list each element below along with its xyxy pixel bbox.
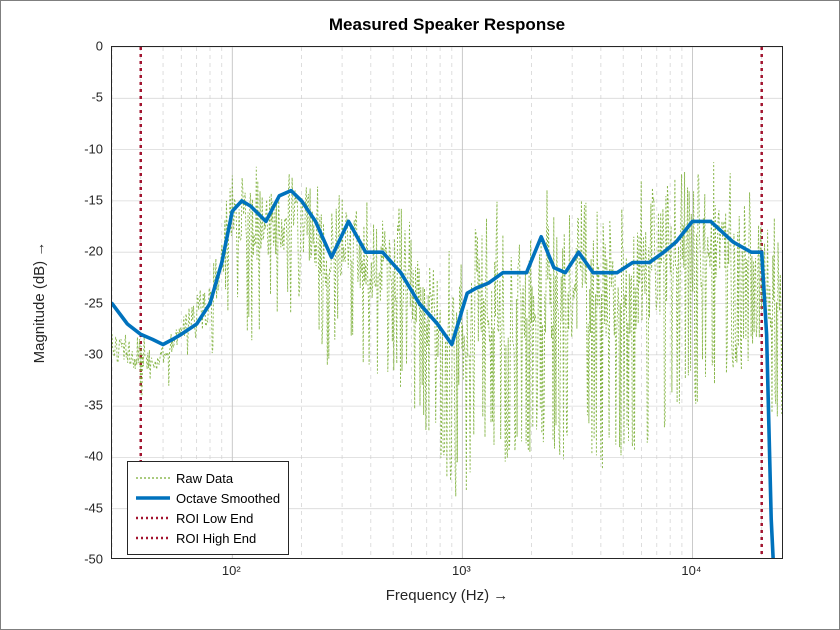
legend-entry-smoothed: Octave Smoothed — [136, 488, 280, 508]
y-tick: -35 — [3, 398, 103, 413]
y-tick: -10 — [3, 141, 103, 156]
y-tick: -50 — [3, 552, 103, 567]
legend[interactable]: Raw Data Octave Smoothed ROI Low End ROI… — [127, 461, 289, 555]
y-tick: -40 — [3, 449, 103, 464]
legend-label: Octave Smoothed — [176, 491, 280, 506]
legend-label: ROI High End — [176, 531, 256, 546]
x-tick: 10⁴ — [681, 563, 701, 578]
legend-swatch-roi-high — [136, 530, 170, 546]
legend-swatch-smoothed — [136, 490, 170, 506]
y-tick: -25 — [3, 295, 103, 310]
legend-entry-raw: Raw Data — [136, 468, 280, 488]
y-tick: -15 — [3, 192, 103, 207]
x-tick: 10³ — [452, 563, 471, 578]
y-tick: -5 — [3, 90, 103, 105]
x-tick: 10² — [222, 563, 241, 578]
chart-title: Measured Speaker Response — [111, 15, 783, 35]
y-tick: -20 — [3, 244, 103, 259]
y-tick: -30 — [3, 346, 103, 361]
legend-entry-roi-low: ROI Low End — [136, 508, 280, 528]
y-tick: 0 — [3, 39, 103, 54]
legend-swatch-raw — [136, 470, 170, 486]
y-tick: -45 — [3, 500, 103, 515]
legend-label: Raw Data — [176, 471, 233, 486]
legend-entry-roi-high: ROI High End — [136, 528, 280, 548]
legend-label: ROI Low End — [176, 511, 253, 526]
figure-window: Measured Speaker Response Magnitude (dB)… — [0, 0, 840, 630]
x-axis-label: Frequency (Hz) → — [111, 587, 783, 604]
legend-swatch-roi-low — [136, 510, 170, 526]
